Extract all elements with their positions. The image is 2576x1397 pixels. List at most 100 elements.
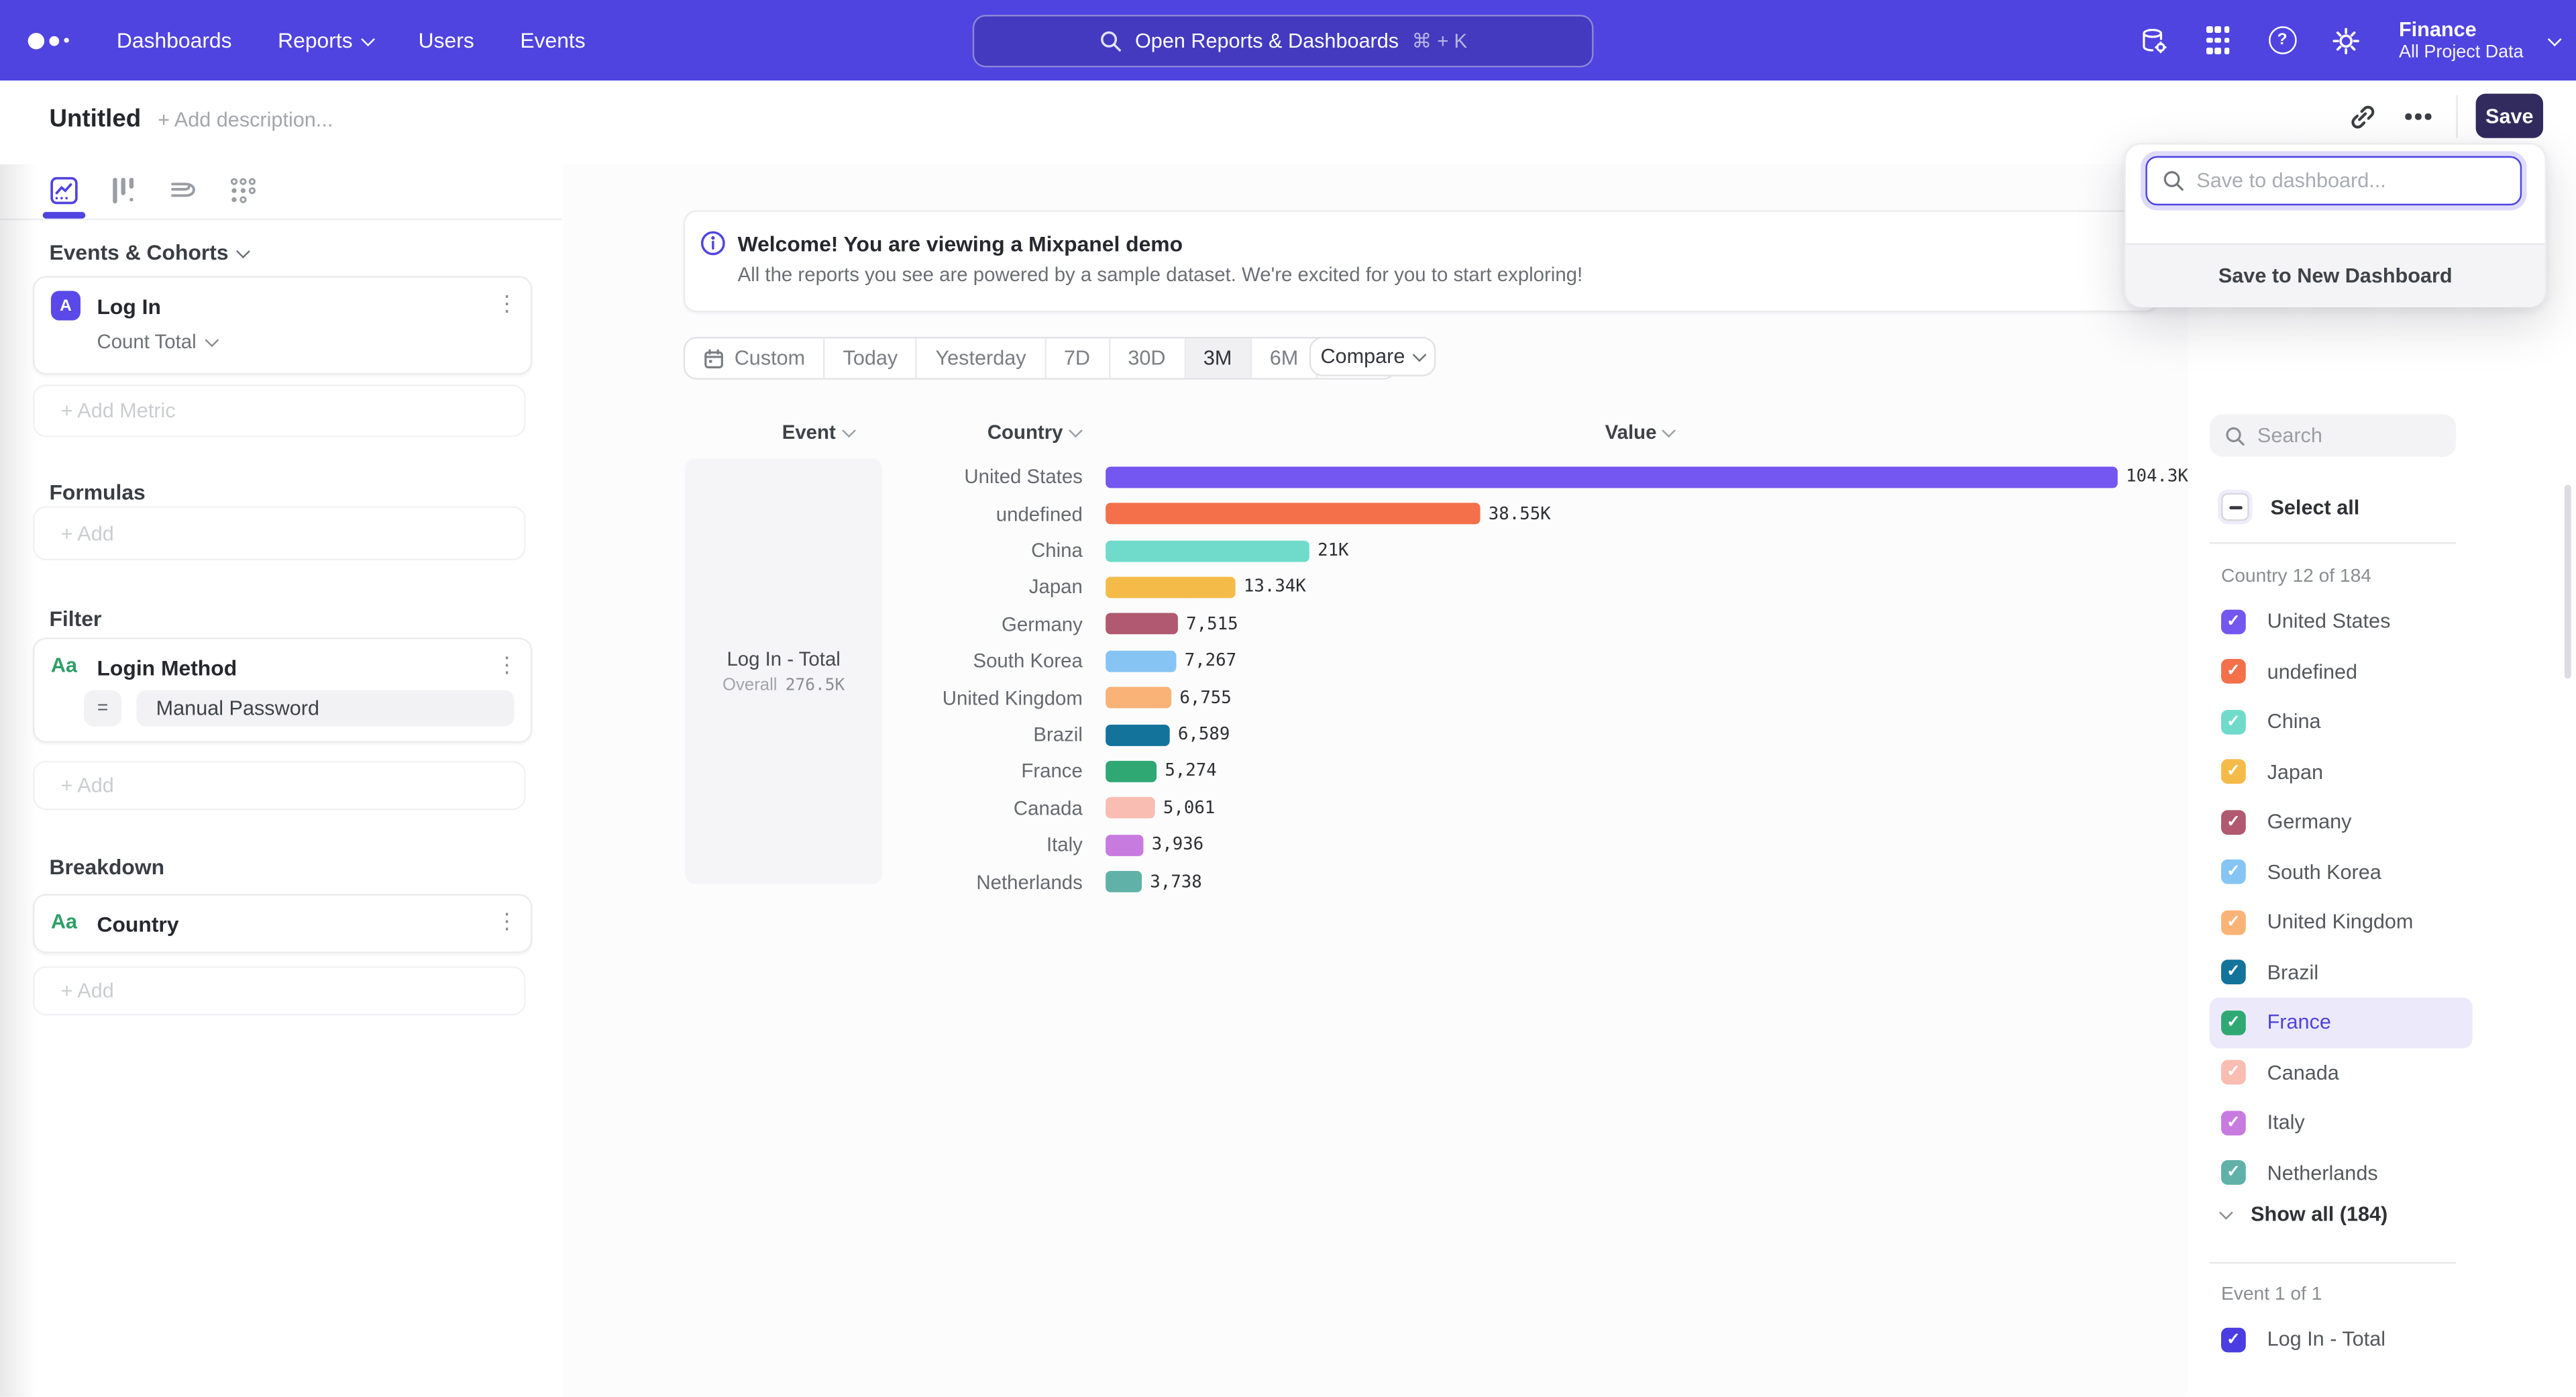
- breakdown-property[interactable]: Country: [97, 912, 178, 937]
- save-to-new-dashboard-button[interactable]: Save to New Dashboard: [2126, 243, 2544, 307]
- save-dashboard-search-input[interactable]: Save to dashboard...: [2145, 156, 2522, 205]
- range-yesterday[interactable]: Yesterday: [918, 338, 1046, 378]
- metric-card[interactable]: A Log In Count Total: [33, 276, 532, 374]
- bar-united-kingdom[interactable]: [1106, 687, 1171, 709]
- option-brazil[interactable]: Brazil: [2210, 947, 2473, 998]
- scrollbar-thumb[interactable]: [2565, 484, 2571, 678]
- tab-retention[interactable]: [228, 176, 258, 205]
- option-germany[interactable]: Germany: [2210, 797, 2473, 847]
- add-breakdown-button[interactable]: + Add: [33, 966, 526, 1015]
- checkbox-icon[interactable]: [2221, 910, 2246, 935]
- checkbox-icon[interactable]: [2221, 1060, 2246, 1085]
- checkbox-icon[interactable]: [2221, 609, 2246, 634]
- filter-property[interactable]: Login Method: [97, 656, 237, 680]
- global-search-button[interactable]: Open Reports & Dashboards ⌘ + K: [973, 15, 1594, 67]
- kebab-icon[interactable]: [496, 911, 518, 933]
- option-undefined[interactable]: undefined: [2210, 647, 2473, 697]
- country-label: Canada: [684, 796, 1083, 819]
- checkbox-icon[interactable]: [2221, 810, 2246, 835]
- option-italy[interactable]: Italy: [2210, 1098, 2473, 1148]
- select-all-checkbox[interactable]: Select all: [2221, 493, 2359, 521]
- option-japan[interactable]: Japan: [2210, 747, 2473, 797]
- gear-icon[interactable]: [2332, 25, 2361, 55]
- tab-funnels[interactable]: [109, 176, 138, 205]
- nav-link-reports[interactable]: Reports: [278, 28, 372, 53]
- bar-brazil[interactable]: [1106, 724, 1170, 745]
- checkbox-icon[interactable]: [2221, 860, 2246, 884]
- compare-button[interactable]: Compare: [1309, 337, 1436, 376]
- range-custom[interactable]: Custom: [685, 338, 824, 378]
- add-filter-button[interactable]: + Add: [33, 761, 526, 810]
- option-south-korea[interactable]: South Korea: [2210, 847, 2473, 897]
- range-7d[interactable]: 7D: [1046, 338, 1110, 378]
- bar-netherlands[interactable]: [1106, 871, 1142, 892]
- bar-italy[interactable]: [1106, 835, 1143, 856]
- filter-card[interactable]: Aa Login Method = Manual Password: [33, 637, 532, 743]
- bar-canada[interactable]: [1106, 798, 1155, 819]
- option-united-kingdom[interactable]: United Kingdom: [2210, 897, 2473, 947]
- range-3m[interactable]: 3M: [1185, 338, 1252, 378]
- bar-undefined[interactable]: [1106, 503, 1480, 525]
- checkbox-icon[interactable]: [2221, 960, 2246, 985]
- save-button[interactable]: Save: [2476, 94, 2543, 138]
- event-list: Log In - Total: [2210, 1314, 2473, 1365]
- country-label: Germany: [684, 613, 1083, 635]
- filter-value[interactable]: Manual Password: [136, 690, 514, 727]
- filter-operator[interactable]: =: [84, 690, 121, 727]
- metric-letter-badge: A: [51, 291, 80, 320]
- add-metric-button[interactable]: + Add Metric: [33, 384, 526, 437]
- option-netherlands[interactable]: Netherlands: [2210, 1148, 2473, 1198]
- add-description[interactable]: + Add description...: [158, 109, 333, 132]
- help-icon[interactable]: ?: [2267, 25, 2297, 55]
- value-label: 6,589: [1178, 725, 1230, 744]
- banner-subtitle: All the reports you see are powered by a…: [738, 263, 1583, 286]
- range-today[interactable]: Today: [825, 338, 918, 378]
- column-header-value[interactable]: Value: [1605, 421, 1674, 444]
- nav-link-events[interactable]: Events: [520, 28, 585, 53]
- option-united-states[interactable]: United States: [2210, 597, 2473, 647]
- tab-insights[interactable]: [49, 176, 78, 205]
- nav-link-dashboards[interactable]: Dashboards: [117, 28, 232, 53]
- checkbox-icon[interactable]: [2221, 1110, 2246, 1135]
- country-label: Japan: [684, 576, 1083, 599]
- breakdown-card[interactable]: Aa Country: [33, 894, 532, 953]
- show-all-toggle[interactable]: Show all (184): [2221, 1203, 2387, 1226]
- apps-grid-icon[interactable]: [2204, 25, 2233, 55]
- bar-france[interactable]: [1106, 761, 1157, 782]
- tab-flows[interactable]: [169, 176, 199, 205]
- range-6m[interactable]: 6M: [1252, 338, 1318, 378]
- option-china[interactable]: China: [2210, 696, 2473, 747]
- mixpanel-logo-icon[interactable]: [28, 32, 69, 48]
- metric-event-name[interactable]: Log In: [97, 294, 161, 319]
- data-management-icon[interactable]: [2139, 25, 2169, 55]
- checkbox-icon[interactable]: [2221, 760, 2246, 784]
- project-switcher[interactable]: Finance All Project Data: [2399, 17, 2560, 64]
- add-formula-button[interactable]: + Add: [33, 506, 526, 560]
- value-label: 6,755: [1179, 688, 1231, 707]
- nav-link-users[interactable]: Users: [419, 28, 474, 53]
- bar-china[interactable]: [1106, 540, 1309, 562]
- kebab-icon[interactable]: [496, 293, 518, 315]
- report-title[interactable]: Untitled: [49, 105, 141, 134]
- kebab-icon[interactable]: [496, 654, 518, 677]
- checkbox-icon[interactable]: [2221, 1327, 2246, 1352]
- checkbox-icon[interactable]: [2221, 1161, 2246, 1186]
- range-30d[interactable]: 30D: [1110, 338, 1185, 378]
- column-header-country[interactable]: Country: [987, 421, 1080, 444]
- events-cohorts-header[interactable]: Events & Cohorts: [49, 240, 248, 265]
- bar-south-korea[interactable]: [1106, 650, 1176, 672]
- bar-japan[interactable]: [1106, 576, 1235, 598]
- option-france[interactable]: France: [2210, 998, 2473, 1048]
- option-canada[interactable]: Canada: [2210, 1047, 2473, 1098]
- link-icon[interactable]: [2348, 102, 2377, 132]
- checkbox-icon[interactable]: [2221, 1011, 2246, 1035]
- metric-aggregation[interactable]: Count Total: [97, 330, 216, 353]
- checkbox-icon[interactable]: [2221, 660, 2246, 684]
- more-ellipsis-icon[interactable]: [2399, 103, 2438, 130]
- bar-united-states[interactable]: [1106, 466, 2118, 488]
- bar-germany[interactable]: [1106, 613, 1178, 635]
- option-log-in-total[interactable]: Log In - Total: [2210, 1314, 2473, 1365]
- column-header-event[interactable]: Event: [782, 421, 853, 444]
- series-search-input[interactable]: Search: [2210, 414, 2456, 457]
- checkbox-icon[interactable]: [2221, 709, 2246, 734]
